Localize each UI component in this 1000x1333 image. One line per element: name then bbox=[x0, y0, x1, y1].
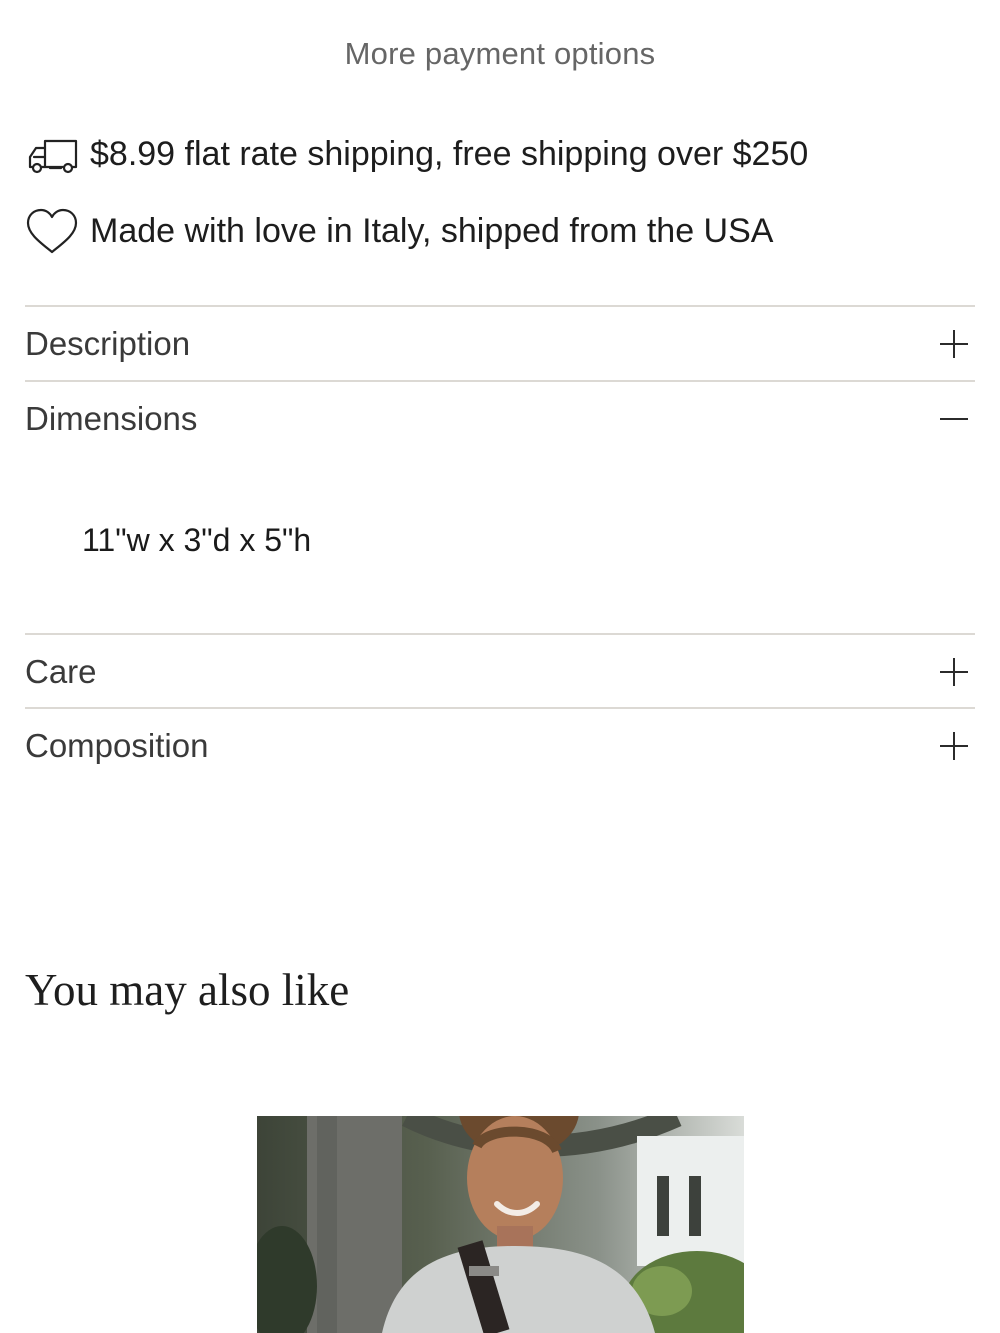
divider bbox=[25, 633, 975, 635]
more-payment-options-link[interactable]: More payment options bbox=[0, 36, 1000, 72]
dimensions-value: 11"w x 3"d x 5"h bbox=[82, 522, 312, 558]
plus-icon[interactable] bbox=[939, 329, 969, 359]
accordion-care[interactable]: Care bbox=[25, 636, 975, 708]
accordion-dimensions-label: Dimensions bbox=[25, 400, 198, 437]
accordion-care-label: Care bbox=[25, 653, 97, 690]
accordion-description-label: Description bbox=[25, 325, 191, 362]
shipping-info-text: $8.99 flat rate shipping, free shipping … bbox=[90, 134, 809, 173]
plus-icon[interactable] bbox=[939, 731, 969, 761]
divider bbox=[25, 707, 975, 709]
accordion-composition-label: Composition bbox=[25, 727, 209, 764]
accordion-composition[interactable]: Composition bbox=[25, 710, 975, 782]
section-heading-you-may-also-like: You may also like bbox=[25, 965, 350, 1015]
accordion-dimensions[interactable]: Dimensions bbox=[25, 383, 975, 455]
minus-icon[interactable] bbox=[939, 404, 969, 434]
delivery-truck-icon bbox=[25, 132, 79, 176]
product-card[interactable] bbox=[257, 1116, 744, 1333]
product-image[interactable] bbox=[257, 1116, 744, 1333]
divider bbox=[25, 380, 975, 382]
plus-icon[interactable] bbox=[939, 657, 969, 687]
accordion-description[interactable]: Description bbox=[25, 308, 975, 380]
heart-icon bbox=[25, 208, 79, 254]
origin-info-text: Made with love in Italy, shipped from th… bbox=[90, 211, 774, 250]
divider bbox=[25, 305, 975, 307]
origin-info: Made with love in Italy, shipped from th… bbox=[25, 208, 774, 254]
shipping-info: $8.99 flat rate shipping, free shipping … bbox=[25, 132, 808, 176]
